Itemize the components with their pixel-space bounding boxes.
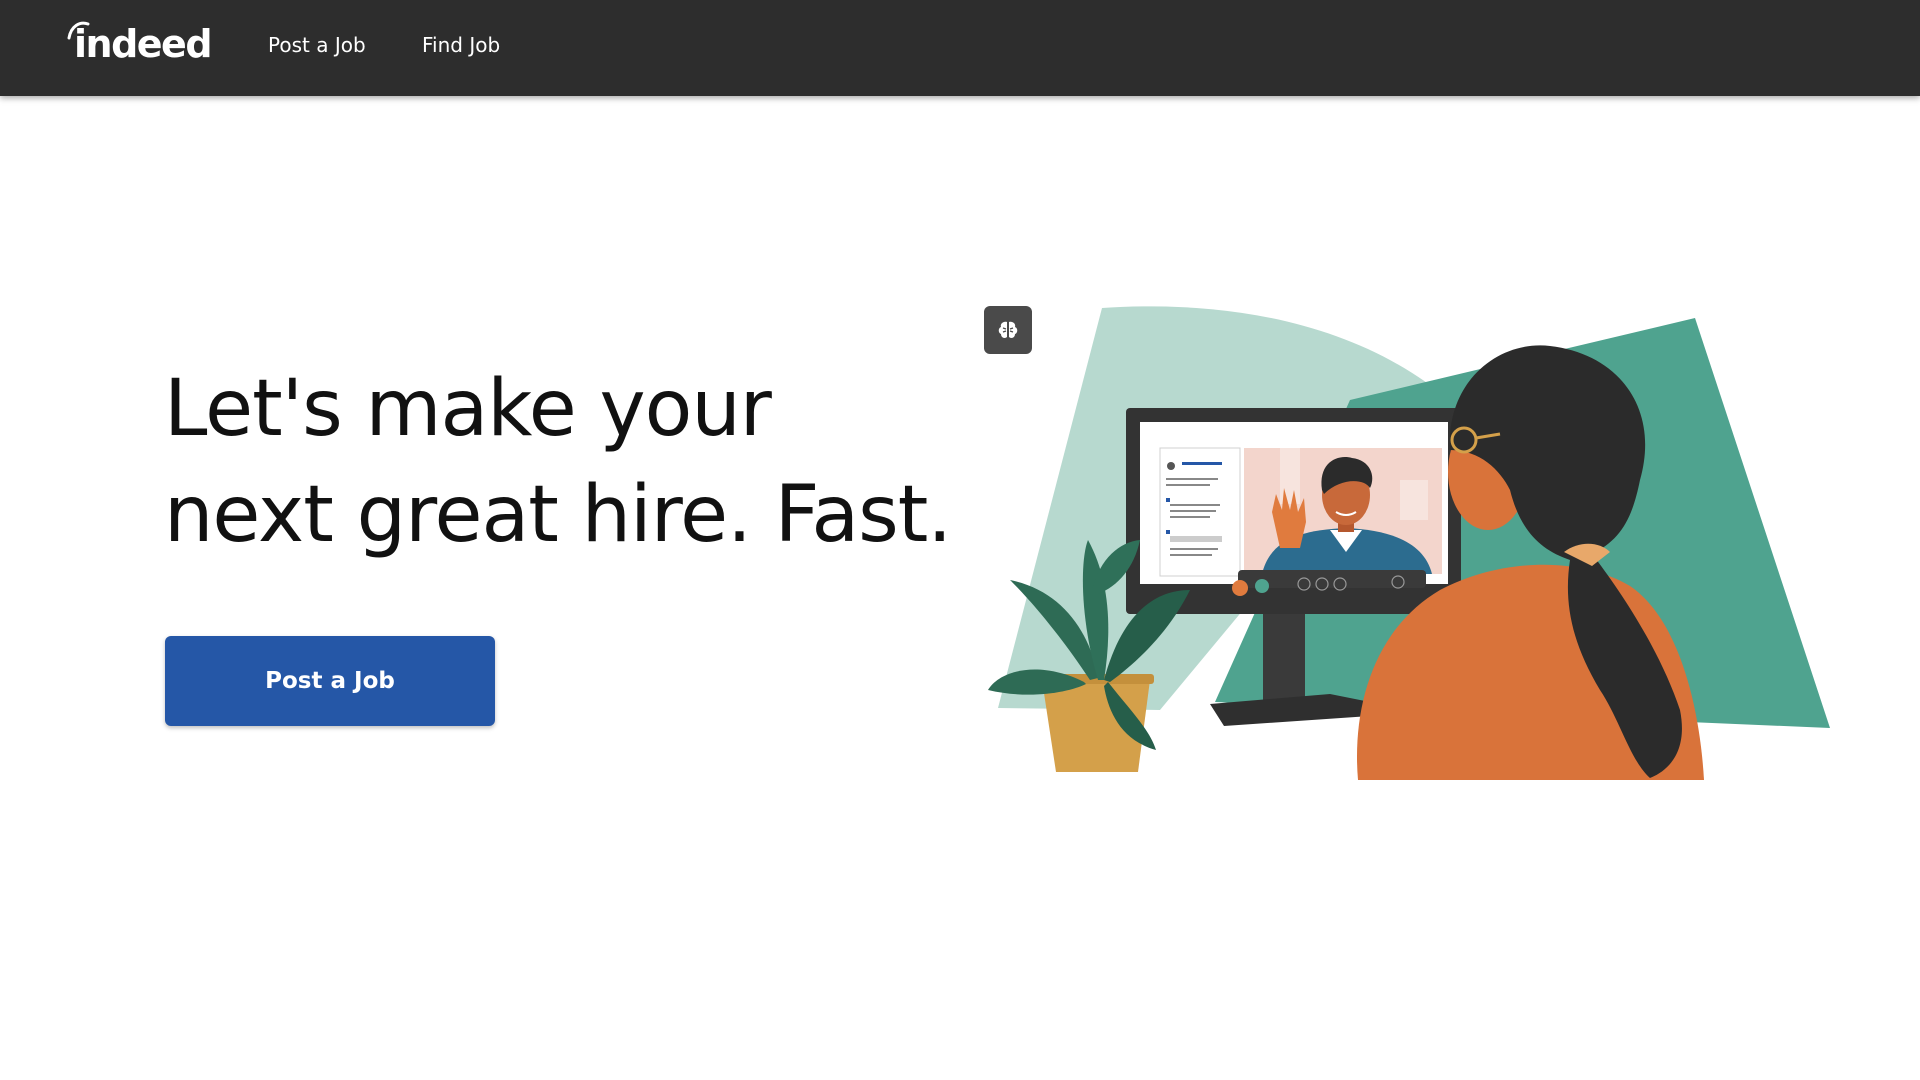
logo-text: indeed bbox=[74, 22, 213, 66]
brain-icon bbox=[998, 321, 1018, 338]
hero-title: Let's make your next great hire. Fast. bbox=[164, 356, 984, 568]
hero-title-line-1: Let's make your bbox=[164, 364, 772, 454]
nav-post-a-job[interactable]: Post a Job bbox=[268, 32, 366, 58]
indeed-logo[interactable]: indeed bbox=[66, 18, 213, 68]
top-navbar: indeed Post a Job Find Job bbox=[0, 0, 1920, 96]
post-a-job-button[interactable]: Post a Job bbox=[165, 636, 495, 726]
hero-title-line-2: next great hire. Fast. bbox=[164, 470, 952, 560]
resume-avatar bbox=[1167, 462, 1175, 470]
monitor-neck bbox=[1263, 608, 1305, 700]
nav-find-job[interactable]: Find Job bbox=[422, 32, 500, 58]
ai-badge[interactable] bbox=[984, 306, 1032, 354]
video-interview-illustration bbox=[988, 306, 1830, 780]
